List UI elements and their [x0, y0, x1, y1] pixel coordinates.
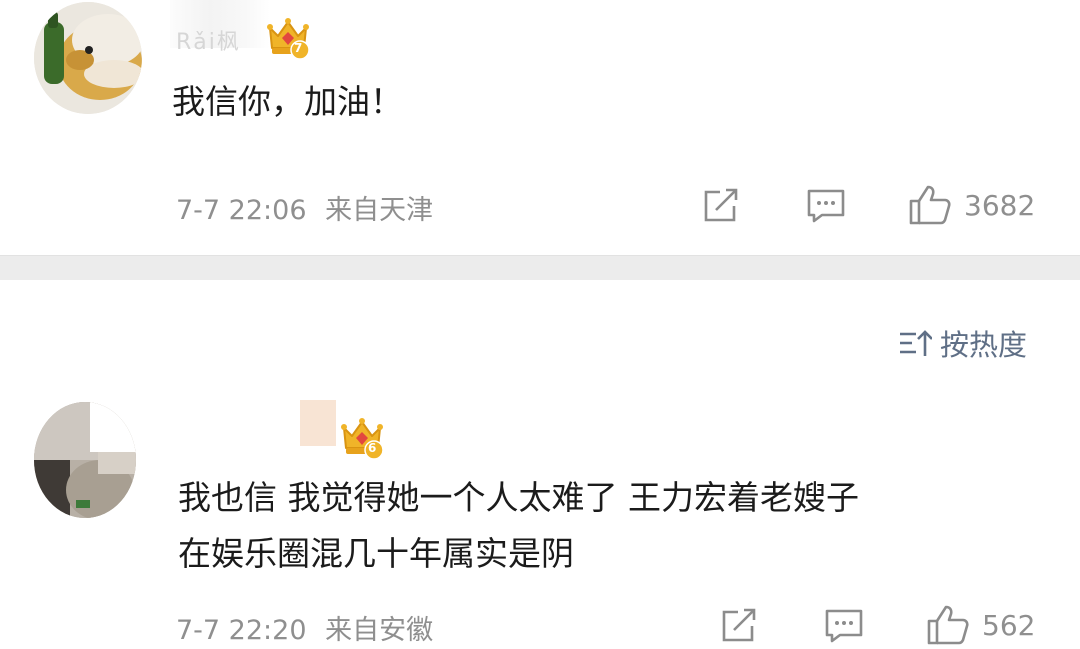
- share-button[interactable]: [702, 188, 740, 228]
- comment-meta: 7-7 22:06 来自天津: [176, 188, 433, 227]
- badge-level: 6: [368, 441, 377, 455]
- avatar-image: [34, 402, 136, 518]
- thumbs-up-icon: [909, 185, 951, 225]
- comment-button[interactable]: [806, 188, 846, 228]
- comment-text: 我信你，加油！: [172, 82, 403, 121]
- share-button[interactable]: [720, 608, 758, 648]
- thumbs-up-icon: [927, 605, 969, 645]
- sort-label: 按热度: [940, 328, 1028, 362]
- share-icon: [704, 188, 738, 222]
- crown-icon: 6: [338, 414, 386, 460]
- comment-text-line: 我也信 我觉得她一个人太难了 王力宏着老嫂子: [178, 478, 859, 517]
- comment-location: 来自天津: [325, 195, 434, 226]
- avatar[interactable]: [34, 402, 136, 518]
- comment-time: 7-7 22:06: [176, 195, 307, 226]
- sort-button[interactable]: 按热度: [898, 322, 1027, 364]
- username-blurred[interactable]: [300, 400, 336, 446]
- crown-icon: 7: [264, 14, 312, 60]
- badge-level: 7: [294, 41, 303, 55]
- comment-text-line: 在娱乐圈混几十年属实是阴: [178, 534, 574, 573]
- comment-meta: 7-7 22:20 来自安徽: [176, 608, 433, 647]
- comment-time: 7-7 22:20: [176, 615, 307, 646]
- comment-button[interactable]: [824, 608, 864, 648]
- username-blurred[interactable]: Rǎi枫: [170, 0, 270, 55]
- avatar[interactable]: [34, 2, 142, 114]
- section-divider: [0, 255, 1080, 280]
- avatar-image: [34, 2, 142, 114]
- comment-text: 我也信 我觉得她一个人太难了 王力宏着老嫂子 在娱乐圈混几十年属实是阴: [178, 470, 1058, 582]
- comment-icon: [825, 609, 863, 643]
- like-button[interactable]: 3682: [908, 184, 1035, 226]
- like-count: 3682: [964, 188, 1036, 222]
- share-icon: [722, 608, 756, 642]
- like-count: 562: [982, 608, 1036, 642]
- comment-icon: [807, 189, 845, 223]
- like-button[interactable]: 562: [926, 604, 1035, 646]
- comment-location: 来自安徽: [325, 615, 434, 646]
- sort-icon: [900, 330, 932, 356]
